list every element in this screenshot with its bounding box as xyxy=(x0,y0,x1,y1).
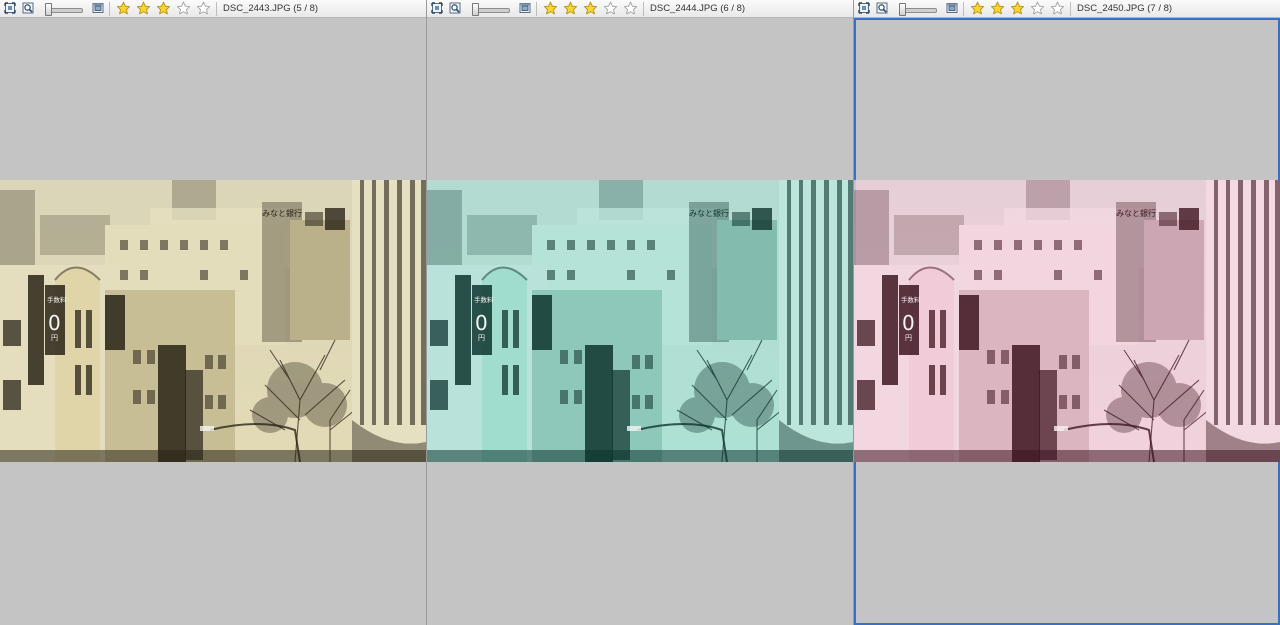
star-icon[interactable] xyxy=(603,1,618,16)
photo: みなと銀行 手数料 0 円 xyxy=(0,180,426,462)
star-icon[interactable] xyxy=(1010,1,1025,16)
star-icon[interactable] xyxy=(176,1,191,16)
zoom-slider-thumb[interactable] xyxy=(472,3,479,16)
toolbar-divider xyxy=(643,2,644,16)
fit-to-window-icon[interactable] xyxy=(431,2,443,14)
star-icon[interactable] xyxy=(543,1,558,16)
star-icon[interactable] xyxy=(196,1,211,16)
file-name: DSC_2450.JPG (7 / 8) xyxy=(1077,3,1173,14)
toolbar-divider xyxy=(536,2,537,16)
photo: みなと銀行 手数料 0 円 xyxy=(427,180,853,462)
photo: みなと銀行 手数料 0 円 xyxy=(854,180,1280,462)
panel-toolbar: DSC_2450.JPG (7 / 8) xyxy=(854,0,1280,18)
zoom-slider[interactable] xyxy=(472,3,512,16)
fit-to-window-icon[interactable] xyxy=(4,2,16,14)
fit-to-window-icon[interactable] xyxy=(858,2,870,14)
image-view[interactable]: みなと銀行 手数料 0 円 xyxy=(0,18,426,625)
star-icon[interactable] xyxy=(116,1,131,16)
image-panel[interactable]: DSC_2444.JPG (6 / 8) みなと銀行 手数料 0 円 xyxy=(427,0,853,625)
star-icon[interactable] xyxy=(563,1,578,16)
zoom-slider[interactable] xyxy=(45,3,85,16)
star-icon[interactable] xyxy=(970,1,985,16)
actual-size-icon[interactable] xyxy=(92,2,104,14)
toolbar-divider xyxy=(216,2,217,16)
star-icon[interactable] xyxy=(623,1,638,16)
zoom-slider-thumb[interactable] xyxy=(899,3,906,16)
zoom-slider-track[interactable] xyxy=(901,8,937,13)
zoom-slider-thumb[interactable] xyxy=(45,3,52,16)
actual-size-icon[interactable] xyxy=(519,2,531,14)
zoom-slider-track[interactable] xyxy=(474,8,510,13)
file-name: DSC_2444.JPG (6 / 8) xyxy=(650,3,746,14)
file-name: DSC_2443.JPG (5 / 8) xyxy=(223,3,319,14)
zoom-icon[interactable] xyxy=(876,2,888,14)
panel-toolbar: DSC_2444.JPG (6 / 8) xyxy=(427,0,853,18)
image-panel[interactable]: DSC_2450.JPG (7 / 8) みなと銀行 手数料 0 円 xyxy=(854,0,1280,625)
toolbar-divider xyxy=(1070,2,1071,16)
panel-toolbar: DSC_2443.JPG (5 / 8) xyxy=(0,0,426,18)
zoom-icon[interactable] xyxy=(449,2,461,14)
star-icon[interactable] xyxy=(990,1,1005,16)
zoom-slider[interactable] xyxy=(899,3,939,16)
star-icon[interactable] xyxy=(156,1,171,16)
compare-view: DSC_2443.JPG (5 / 8) みなと銀行 手数料 0 円 DSC_2… xyxy=(0,0,1280,625)
star-icon[interactable] xyxy=(136,1,151,16)
image-view[interactable]: みなと銀行 手数料 0 円 xyxy=(427,18,853,625)
star-icon[interactable] xyxy=(583,1,598,16)
toolbar-divider xyxy=(109,2,110,16)
image-view[interactable]: みなと銀行 手数料 0 円 xyxy=(854,18,1280,625)
actual-size-icon[interactable] xyxy=(946,2,958,14)
zoom-slider-track[interactable] xyxy=(47,8,83,13)
star-icon[interactable] xyxy=(1030,1,1045,16)
zoom-icon[interactable] xyxy=(22,2,34,14)
star-icon[interactable] xyxy=(1050,1,1065,16)
toolbar-divider xyxy=(963,2,964,16)
image-panel[interactable]: DSC_2443.JPG (5 / 8) みなと銀行 手数料 0 円 xyxy=(0,0,426,625)
